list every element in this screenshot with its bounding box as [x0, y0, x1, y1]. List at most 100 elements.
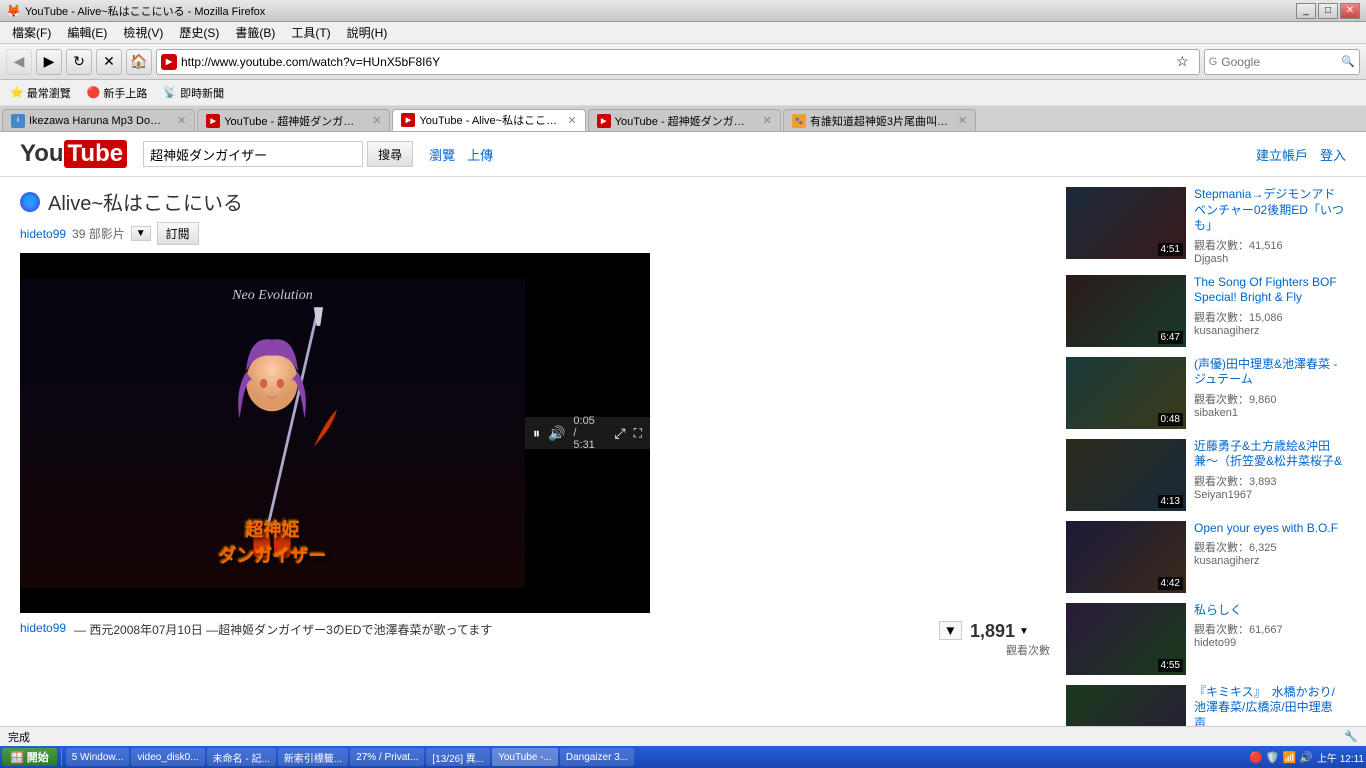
home-button[interactable]: 🏠 [126, 49, 152, 75]
related-info-1: Stepmania→デジモンアドベンチャー02後期ED「いつも」 觀看次數：41… [1194, 187, 1346, 265]
tab-yt3[interactable]: ▶ YouTube - Alive~私はここにいる ✕ [392, 109, 585, 131]
taskbar-btn-youtube[interactable]: YouTube -... [492, 748, 558, 766]
address-input[interactable] [181, 55, 1170, 69]
minimize-button[interactable]: _ [1296, 3, 1316, 19]
tab-close-paw[interactable]: ✕ [958, 114, 967, 127]
subscribe-button[interactable]: 訂閱 [157, 222, 199, 245]
volume-button[interactable]: 🔊 [548, 425, 565, 442]
menu-history[interactable]: 歷史(S) [171, 22, 227, 43]
tray-icon-2[interactable]: 🛡️ [1266, 751, 1280, 764]
stop-button[interactable]: ✕ [96, 49, 122, 75]
search-icon[interactable]: 🔍 [1341, 55, 1355, 68]
taskbar-btn-5[interactable]: 27% / Privat... [350, 748, 424, 766]
youtube-search-button[interactable]: 搜尋 [367, 141, 413, 167]
tab-close-ikezawa[interactable]: ✕ [177, 114, 186, 127]
taskbar-btn-4[interactable]: 新索引標籤... [278, 748, 348, 766]
related-item-4[interactable]: 4:13 近藤勇子&土方歳絵&沖田兼〜（折笠愛&松井菜桜子& 觀看次數：3,89… [1066, 439, 1346, 511]
related-item-1[interactable]: 4:51 Stepmania→デジモンアドベンチャー02後期ED「いつも」 觀看… [1066, 187, 1346, 265]
taskbar-label-2: video_disk0... [137, 752, 198, 763]
video-thumbnail: Neo Evolution [20, 278, 525, 588]
bookmark-label: 最常瀏覽 [27, 85, 71, 101]
bookmark-news[interactable]: 📡 即時新聞 [159, 83, 228, 103]
browser-search-input[interactable] [1221, 55, 1341, 69]
related-title-5: Open your eyes with B.O.F [1194, 521, 1346, 537]
play-pause-button[interactable]: ⏸ [533, 425, 540, 442]
start-button[interactable]: 🪟 開始 [2, 748, 57, 766]
fullscreen-button[interactable]: ⛶ [634, 426, 642, 441]
related-title-6: 私らしく [1194, 603, 1346, 619]
channel-dropdown[interactable]: ▼ [131, 226, 151, 241]
menu-help[interactable]: 說明(H) [339, 22, 396, 43]
menu-edit[interactable]: 編輯(E) [59, 22, 115, 43]
nav-upload[interactable]: 上傳 [467, 145, 493, 164]
taskbar: 🪟 開始 5 Window... video_disk0... 未命名 - 記.… [0, 746, 1366, 768]
related-channel-5: kusanagiherz [1194, 555, 1346, 567]
youtube-search-input[interactable] [143, 141, 363, 167]
tab-label-paw: 有誰知道超神姬3片尾曲叫什么名字... [810, 113, 950, 129]
related-channel-2: kusanagiherz [1194, 325, 1346, 337]
bookmark-getting-started[interactable]: 🔴 新手上路 [83, 83, 152, 103]
taskbar-btn-1[interactable]: 5 Window... [66, 748, 130, 766]
tab-ikezawa[interactable]: i Ikezawa Haruna Mp3 Downloads ... ✕ [2, 109, 195, 131]
bookmark-most-visited[interactable]: ⭐ 最常瀏覽 [6, 83, 75, 103]
taskbar-btn-dangaizer[interactable]: Dangaizer 3... [560, 748, 634, 766]
channel-link[interactable]: hideto99 [20, 227, 66, 241]
taskbar-btn-6[interactable]: [13/26] 異... [426, 748, 490, 766]
related-item-2[interactable]: 6:47 The Song Of Fighters BOF Special! B… [1066, 275, 1346, 347]
tab-close-yt4[interactable]: ✕ [763, 114, 772, 127]
youtube-main: 🌐 Alive~私はここにいる hideto99 39 部影片 ▼ 訂閱 Neo… [0, 177, 1366, 746]
video-title-row: 🌐 Alive~私はここにいる [20, 187, 1050, 216]
window-favicon: 🦊 [6, 4, 21, 18]
related-title-7: 『キミキス』 水橋かおり/池澤春菜/広橋涼/田中理恵 声 [1194, 685, 1346, 732]
address-bar[interactable]: ▶ ☆ [156, 49, 1200, 75]
system-tray: 🔴 🛡️ 📶 🔊 [1249, 751, 1313, 764]
expand-icon[interactable]: ⤢ [614, 425, 625, 442]
related-item-5[interactable]: 4:42 Open your eyes with B.O.F 觀看次數：6,32… [1066, 521, 1346, 593]
nav-browse[interactable]: 瀏覽 [429, 145, 455, 164]
tray-icon-1[interactable]: 🔴 [1249, 751, 1263, 764]
youtube-header-right: 建立帳戶 登入 [1256, 145, 1346, 164]
related-thumb-6: 4:55 [1066, 603, 1186, 675]
tab-yt4[interactable]: ▶ YouTube - 超神姬ダンガイザー3 ... ✕ [588, 109, 781, 131]
tab-label-yt3: YouTube - Alive~私はここにいる [419, 112, 559, 128]
back-button[interactable]: ◀ [6, 49, 32, 75]
description-expand-button[interactable]: ▼ [939, 621, 962, 640]
taskbar-btn-2[interactable]: video_disk0... [131, 748, 204, 766]
page-content: YouTube 搜尋 瀏覽 上傳 建立帳戶 登入 🌐 Alive~私はここにいる… [0, 132, 1366, 746]
forward-button[interactable]: ▶ [36, 49, 62, 75]
reload-button[interactable]: ↻ [66, 49, 92, 75]
maximize-button[interactable]: □ [1318, 3, 1338, 19]
tray-icon-network[interactable]: 📶 [1283, 751, 1297, 764]
youtube-logo[interactable]: YouTube [20, 140, 127, 168]
related-info-2: The Song Of Fighters BOF Special! Bright… [1194, 275, 1346, 347]
tab-close-yt3[interactable]: ✕ [567, 114, 576, 127]
taskbar-label-3: 未命名 - 記... [213, 750, 270, 765]
tray-icon-volume[interactable]: 🔊 [1299, 751, 1313, 764]
taskbar-label-youtube: YouTube -... [498, 752, 552, 763]
yt-logo-tube: Tube [64, 140, 128, 168]
close-button[interactable]: ✕ [1340, 3, 1360, 19]
menu-file[interactable]: 檔案(F) [4, 22, 59, 43]
tab-close-yt2[interactable]: ✕ [372, 114, 381, 127]
tabs-bar: i Ikezawa Haruna Mp3 Downloads ... ✕ ▶ Y… [0, 106, 1366, 132]
related-thumb-2: 6:47 [1066, 275, 1186, 347]
related-item-3[interactable]: 0:48 (声優)田中理恵&池澤春菜 - ジュテーム 觀看次數：9,860 si… [1066, 357, 1346, 429]
tab-label-ikezawa: Ikezawa Haruna Mp3 Downloads ... [29, 115, 169, 127]
taskbar-btn-3[interactable]: 未命名 - 記... [207, 748, 276, 766]
related-item-6[interactable]: 4:55 私らしく 觀看次數：61,667 hideto99 [1066, 603, 1346, 675]
tab-paw[interactable]: 🐾 有誰知道超神姬3片尾曲叫什么名字... ✕ [783, 109, 976, 131]
login-link[interactable]: 登入 [1320, 145, 1346, 164]
related-title-2: The Song Of Fighters BOF Special! Bright… [1194, 275, 1346, 306]
related-views-3: 觀看次數：9,860 [1194, 391, 1346, 407]
tab-yt2[interactable]: ▶ YouTube - 超神姬ダンガイザー ✕ [197, 109, 390, 131]
desc-channel-link[interactable]: hideto99 [20, 621, 66, 635]
create-account-link[interactable]: 建立帳戶 [1256, 145, 1308, 164]
menu-tools[interactable]: 工具(T) [283, 22, 338, 43]
bookmark-star[interactable]: ☆ [1170, 51, 1195, 72]
menu-view[interactable]: 檢視(V) [115, 22, 171, 43]
view-count-expand[interactable]: ▼ [1019, 626, 1029, 637]
related-views-6: 觀看次數：61,667 [1194, 621, 1346, 637]
related-thumb-3: 0:48 [1066, 357, 1186, 429]
video-player[interactable]: Neo Evolution [20, 253, 650, 613]
menu-bookmarks[interactable]: 書籤(B) [227, 22, 283, 43]
